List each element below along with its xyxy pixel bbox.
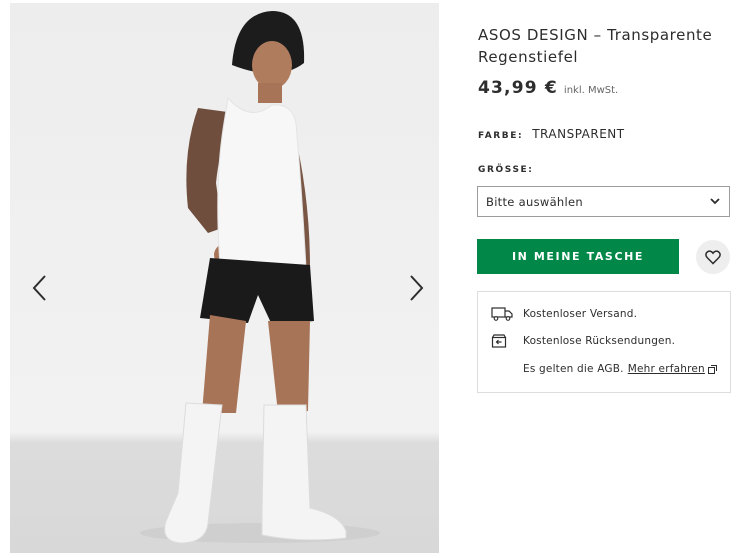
colour-row: FARBE: TRANSPARENT <box>478 127 625 141</box>
truck-icon <box>491 306 515 322</box>
terms-text: Es gelten die AGB. <box>523 363 624 375</box>
product-image-gallery[interactable] <box>10 3 439 553</box>
product-title: ASOS DESIGN – Transparente Regenstiefel <box>478 26 713 66</box>
shipping-row: Kostenloser Versand. <box>491 306 637 322</box>
previous-image-button[interactable] <box>24 271 54 305</box>
next-image-button[interactable] <box>402 271 432 305</box>
shipping-text: Kostenloser Versand. <box>523 308 638 320</box>
vat-note: inkl. MwSt. <box>563 85 619 96</box>
size-select-value: Bitte auswählen <box>486 194 583 209</box>
chevron-down-icon <box>710 198 720 205</box>
delivery-info-box: Kostenloser Versand. Kostenlose Rücksend… <box>477 291 731 393</box>
terms-row: Es gelten die AGB. Mehr erfahren <box>523 363 717 375</box>
return-box-icon <box>491 333 515 349</box>
chevron-right-icon <box>410 275 424 301</box>
wishlist-button[interactable] <box>696 240 730 274</box>
size-select[interactable]: Bitte auswählen <box>477 186 730 217</box>
external-link-icon <box>707 364 717 374</box>
price-row: 43,99 € inkl. MwSt. <box>478 78 618 98</box>
terms-more-link[interactable]: Mehr erfahren <box>628 363 705 375</box>
product-price: 43,99 € <box>478 78 558 98</box>
colour-label: FARBE: <box>478 131 524 141</box>
returns-text: Kostenlose Rücksendungen. <box>523 335 676 347</box>
returns-row: Kostenlose Rücksendungen. <box>491 333 675 349</box>
chevron-left-icon <box>32 275 46 301</box>
colour-value: TRANSPARENT <box>532 127 625 141</box>
add-to-bag-button[interactable]: IN MEINE TASCHE <box>477 239 679 274</box>
product-photo <box>140 11 380 544</box>
size-label: GRÖSSE: <box>478 165 534 175</box>
heart-icon <box>705 249 721 265</box>
